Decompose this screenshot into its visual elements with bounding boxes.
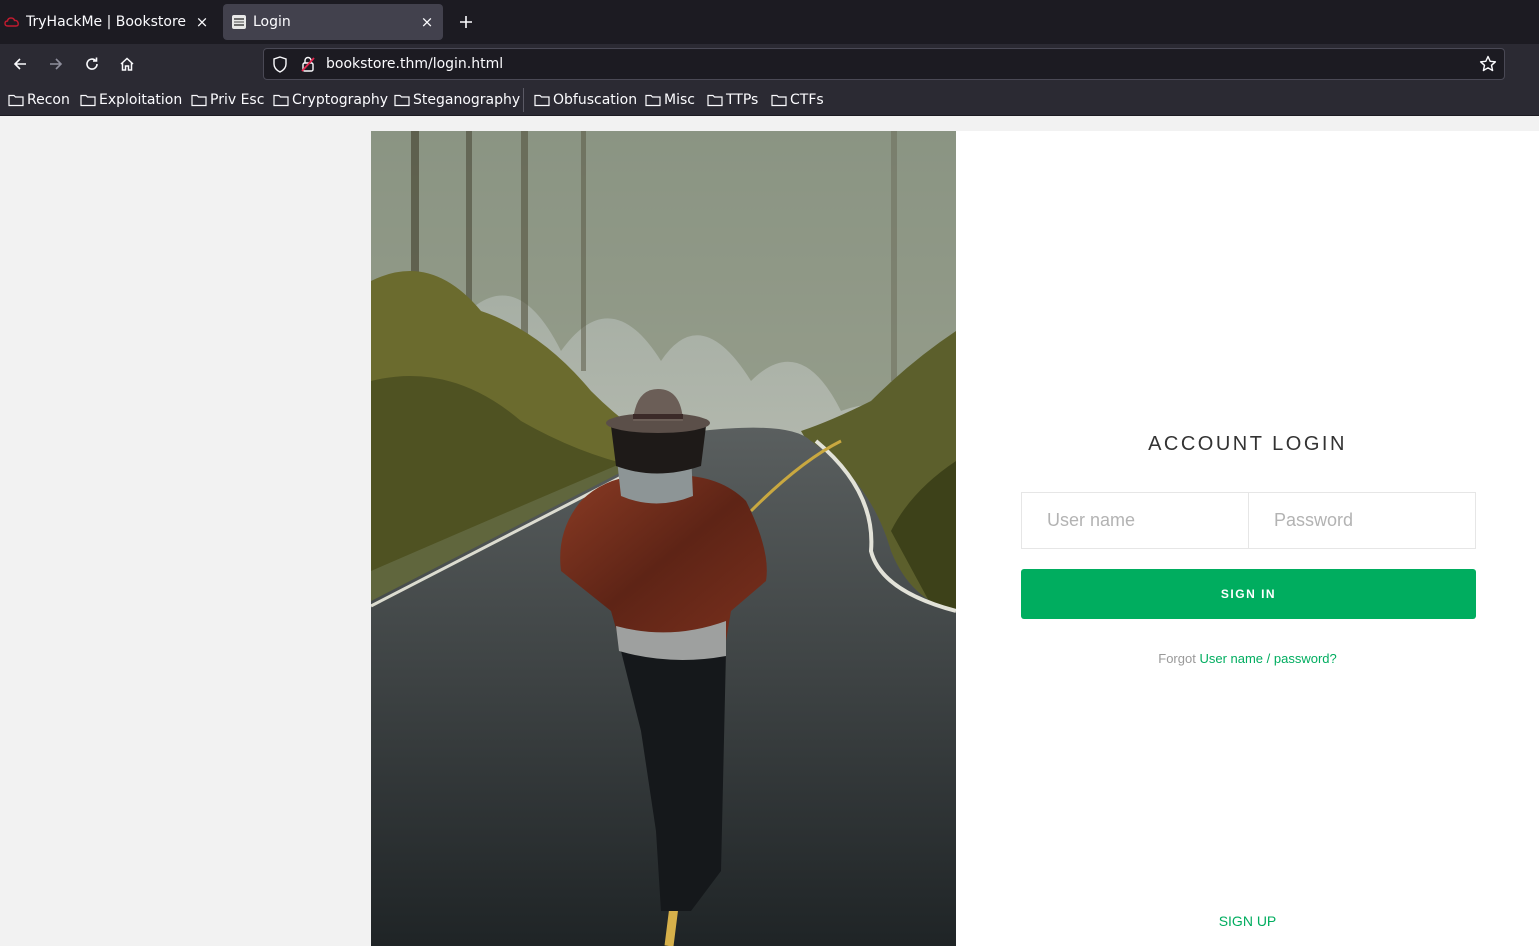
page-title: ACCOUNT LOGIN xyxy=(1148,433,1347,455)
tab-close-icon[interactable]: × xyxy=(192,13,212,31)
bookmark-folder-misc[interactable]: Misc xyxy=(645,90,695,110)
folder-icon xyxy=(645,94,661,107)
tab-tryhackme-bookstore[interactable]: TryHackMe | Bookstore × xyxy=(0,4,218,40)
insecure-lock-icon[interactable] xyxy=(300,55,316,73)
reload-button[interactable] xyxy=(78,50,106,78)
folder-icon xyxy=(80,94,96,107)
tab-title: TryHackMe | Bookstore xyxy=(26,14,187,30)
hero-illustration xyxy=(371,131,956,946)
bookmark-label: Priv Esc xyxy=(210,92,265,108)
arrow-right-icon xyxy=(50,58,63,70)
plus-icon xyxy=(460,16,472,28)
bookmark-folder-ctfs[interactable]: CTFs xyxy=(771,90,824,110)
bookmark-folder-priv-esc[interactable]: Priv Esc xyxy=(191,90,264,110)
tryhackme-cloud-icon xyxy=(4,17,19,27)
bookmark-label: CTFs xyxy=(790,92,824,108)
arrow-left-icon xyxy=(13,58,26,70)
forgot-prefix: Forgot xyxy=(1158,651,1196,666)
shield-icon[interactable] xyxy=(272,56,288,73)
tab-title: Login xyxy=(253,14,291,30)
sign-up-link[interactable]: SIGN UP xyxy=(956,913,1539,929)
forward-button[interactable] xyxy=(42,50,70,78)
url-text[interactable]: bookstore.thm/login.html xyxy=(326,56,503,72)
folder-icon xyxy=(394,94,410,107)
bookmark-label: Exploitation xyxy=(99,92,183,108)
folder-icon xyxy=(8,94,24,107)
folder-icon xyxy=(534,94,550,107)
bookmark-folder-exploitation[interactable]: Exploitation xyxy=(80,90,182,110)
bookmark-folder-obfuscation[interactable]: Obfuscation xyxy=(534,90,637,110)
home-button[interactable] xyxy=(113,50,141,78)
bookmark-label: Obfuscation xyxy=(553,92,638,108)
tab-close-icon[interactable]: × xyxy=(417,13,437,31)
navigation-toolbar: bookstore.thm/login.html xyxy=(0,44,1539,84)
home-icon xyxy=(120,57,134,71)
bookmark-folder-cryptography[interactable]: Cryptography xyxy=(273,90,388,110)
folder-icon xyxy=(771,94,787,107)
back-button[interactable] xyxy=(6,50,34,78)
bookmark-label: Misc xyxy=(664,92,695,108)
tab-strip: TryHackMe | Bookstore × Login × xyxy=(0,0,1539,44)
bookmark-separator xyxy=(523,88,524,112)
page-viewport: ACCOUNT LOGIN SIGN IN Forgot User name /… xyxy=(0,117,1539,946)
new-tab-button[interactable] xyxy=(452,8,480,36)
bookmark-star-icon[interactable] xyxy=(1479,55,1497,73)
folder-icon xyxy=(707,94,723,107)
forgot-credentials-text: Forgot User name / password? xyxy=(956,651,1539,666)
tab-login[interactable]: Login × xyxy=(223,4,443,40)
bookmark-folder-steganography[interactable]: Steganography xyxy=(394,90,520,110)
login-panel: ACCOUNT LOGIN SIGN IN Forgot User name /… xyxy=(956,131,1539,946)
folder-icon xyxy=(191,94,207,107)
login-hero-photo xyxy=(371,131,956,946)
folder-icon xyxy=(273,94,289,107)
bookmark-folder-ttps[interactable]: TTPs xyxy=(707,90,758,110)
bookmark-label: Steganography xyxy=(413,92,521,108)
reload-icon xyxy=(86,57,98,70)
forgot-credentials-link[interactable]: User name / password? xyxy=(1199,651,1336,666)
book-stack-icon xyxy=(232,15,246,29)
sign-in-button[interactable]: SIGN IN xyxy=(1021,569,1476,619)
password-input[interactable] xyxy=(1248,492,1476,549)
bookmark-folder-recon[interactable]: Recon xyxy=(8,90,70,110)
bookmarks-toolbar: Recon Exploitation Priv Esc Cryptography… xyxy=(0,84,1539,116)
bookmark-label: TTPs xyxy=(726,92,759,108)
bookmark-label: Recon xyxy=(27,92,70,108)
bookmark-label: Cryptography xyxy=(292,92,389,108)
username-input[interactable] xyxy=(1021,492,1249,549)
address-bar[interactable]: bookstore.thm/login.html xyxy=(263,48,1505,80)
